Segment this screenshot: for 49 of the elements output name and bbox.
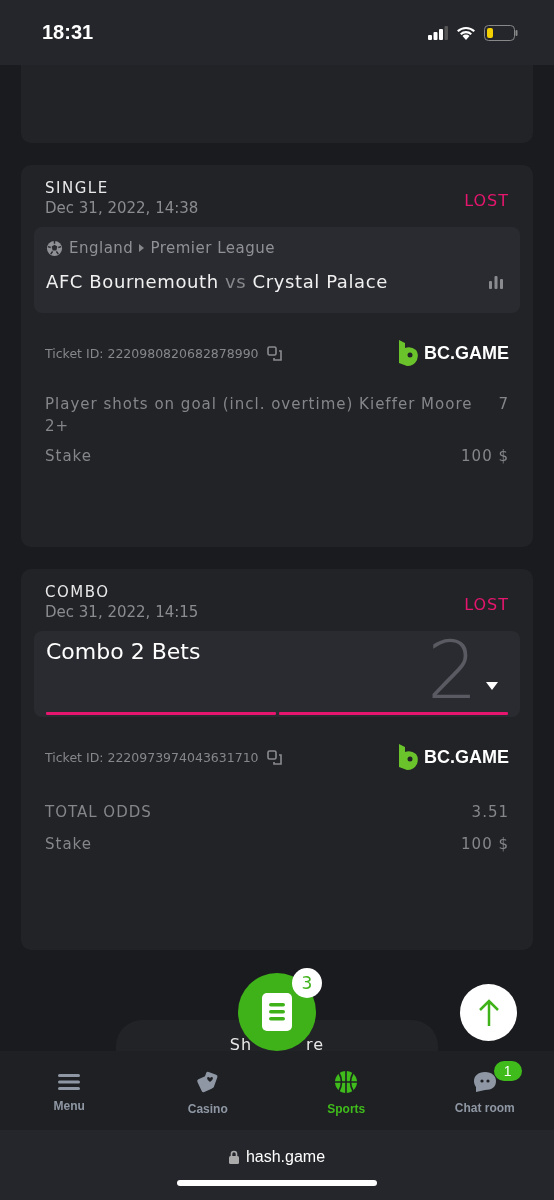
stake-label: Stake	[45, 834, 92, 855]
url-text[interactable]: hash.game	[245, 1148, 326, 1166]
dropdown-caret-icon[interactable]	[486, 682, 498, 690]
ticket-id: Ticket ID: 2220973974043631710	[45, 749, 259, 765]
status-time: 18:31	[42, 21, 94, 44]
selection-name: Player shots on goal (incl. overtime) Kieffer Moore 2+	[45, 394, 474, 437]
league-label: Premier League	[150, 239, 275, 257]
lock-icon	[228, 1150, 239, 1164]
nav-tab[interactable]: Menu	[0, 1051, 139, 1130]
football-icon	[46, 239, 63, 257]
bet-result: LOST	[464, 595, 509, 614]
scroll-top-button[interactable]	[460, 984, 517, 1041]
copy-icon[interactable]	[266, 345, 283, 361]
battery-icon	[484, 24, 518, 41]
odds-label: TOTAL ODDS	[45, 802, 152, 823]
brand-logo-icon	[397, 743, 419, 771]
match-title: AFC Bournemouth vs Crystal Palace	[46, 271, 388, 292]
country-label: England	[69, 239, 134, 257]
cards-icon	[195, 1069, 220, 1094]
unread-badge: 1	[493, 1061, 522, 1081]
stake-value: 100 $	[461, 446, 509, 467]
bet-type: SINGLE	[45, 179, 110, 197]
betslip-count: 3	[292, 968, 322, 998]
caret-icon	[139, 244, 145, 252]
brand-logo-icon	[397, 339, 419, 367]
odds-value: 3.51	[471, 802, 509, 823]
arrow-up-icon	[477, 998, 500, 1027]
chat-bubble-icon	[472, 1070, 497, 1093]
nav-tab[interactable]: Sports	[277, 1051, 416, 1130]
basketball-icon	[334, 1069, 359, 1094]
nav-tab[interactable]: Chat room 1	[415, 1051, 554, 1130]
signal-icon	[428, 25, 448, 40]
stake-value: 100 $	[461, 834, 509, 855]
combo-title: Combo 2 Bets	[46, 639, 202, 664]
stake-label: Stake	[45, 446, 92, 467]
copy-icon[interactable]	[266, 749, 283, 765]
selection-odds: 7	[498, 394, 509, 415]
bet-date: Dec 31, 2022, 14:38	[45, 199, 199, 217]
brand-name: BC.GAME	[424, 342, 509, 364]
brand-name: BC.GAME	[424, 746, 509, 768]
list-icon	[262, 993, 292, 1031]
nav-tab[interactable]: Casino	[138, 1051, 277, 1130]
stats-icon[interactable]	[488, 274, 504, 289]
bet-type: COMBO	[45, 583, 111, 601]
ticket-id: Ticket ID: 2220980820682878990	[45, 345, 259, 361]
bet-result: LOST	[464, 191, 509, 210]
wifi-icon	[456, 25, 476, 40]
menu-icon	[58, 1072, 81, 1091]
bet-date: Dec 31, 2022, 14:15	[45, 603, 199, 621]
